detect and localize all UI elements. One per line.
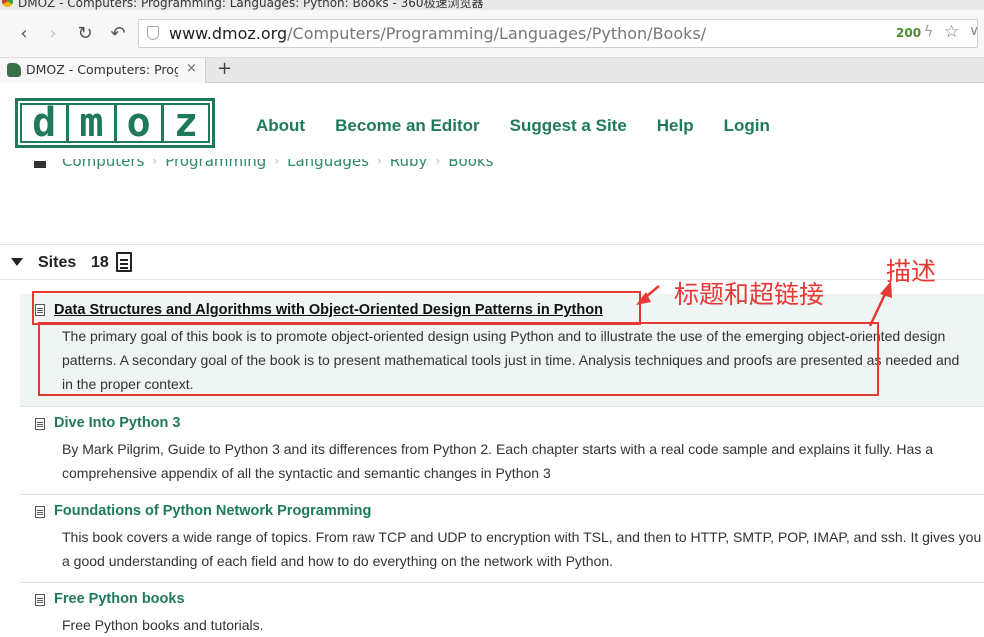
description-line: a good understanding of each field and h…: [62, 553, 614, 569]
window-titlebar: DMOZ - Computers: Programming: Languages…: [0, 0, 984, 10]
logo-letter: m: [69, 103, 114, 143]
nav-about[interactable]: About: [256, 116, 305, 136]
site-listing: Foundations of Python Network Programmin…: [20, 495, 984, 583]
document-icon: [35, 304, 45, 316]
url-text[interactable]: www.dmoz.org/Computers/Programming/Langu…: [169, 24, 706, 43]
new-tab-button[interactable]: +: [217, 58, 232, 79]
document-icon: [35, 594, 45, 606]
description-line: patterns. A secondary goal of the book i…: [62, 352, 960, 368]
description-line: comprehensive appendix of all the syntac…: [62, 465, 551, 481]
description-line: This book covers a wide range of topics.…: [62, 529, 982, 545]
sites-section-header[interactable]: Sites 18: [0, 244, 984, 280]
breadcrumb-item[interactable]: Ruby: [390, 159, 428, 170]
reload-icon[interactable]: ↻: [74, 22, 96, 44]
dmoz-logo[interactable]: d m o z: [15, 98, 215, 148]
site-description: This book covers a wide range of topics.…: [62, 525, 984, 573]
tab-title: DMOZ - Computers: Programming: Languages…: [26, 62, 178, 77]
undo-icon[interactable]: ↶: [107, 22, 129, 44]
caret-down-icon[interactable]: [11, 258, 23, 266]
top-navigation: About Become an Editor Suggest a Site He…: [256, 116, 770, 136]
site-title-link[interactable]: Foundations of Python Network Programmin…: [54, 503, 371, 519]
browser-navbar: ‹ › ↻ ↶ www.dmoz.org/Computers/Programmi…: [0, 10, 984, 58]
nav-login[interactable]: Login: [724, 116, 770, 136]
close-icon[interactable]: ×: [186, 61, 197, 76]
window-title: DMOZ - Computers: Programming: Languages…: [18, 0, 484, 10]
tab-strip: DMOZ - Computers: Programming: Languages…: [0, 58, 984, 83]
breadcrumb-separator: ›: [152, 159, 158, 168]
site-title-link[interactable]: Data Structures and Algorithms with Obje…: [54, 302, 603, 318]
speed-badge[interactable]: 200: [896, 26, 921, 40]
sites-count: 18: [91, 254, 109, 271]
browser-logo-icon: [2, 0, 13, 7]
chevron-down-icon[interactable]: ∨: [969, 23, 979, 39]
site-title-link[interactable]: Free Python books: [54, 591, 185, 607]
shield-icon[interactable]: [147, 26, 159, 40]
breadcrumb-item[interactable]: Languages: [287, 159, 369, 170]
breadcrumb-item[interactable]: Computers: [62, 159, 144, 170]
site-description: By Mark Pilgrim, Guide to Python 3 and i…: [62, 437, 984, 485]
nav-suggest-site[interactable]: Suggest a Site: [510, 116, 627, 136]
url-host: www.dmoz.org: [169, 24, 288, 43]
document-icon: [116, 252, 132, 272]
sites-label: Sites: [38, 254, 77, 271]
url-path: /Computers/Programming/Languages/Python/…: [287, 24, 707, 43]
breadcrumb-separator: ›: [435, 159, 441, 168]
nav-become-editor[interactable]: Become an Editor: [335, 116, 480, 136]
logo-letter: o: [116, 103, 161, 143]
dmoz-favicon-icon: [7, 63, 21, 77]
page-content: d m o z About Become an Editor Suggest a…: [0, 83, 984, 636]
breadcrumb-item[interactable]: Books: [448, 159, 493, 170]
breadcrumb: Computers › Programming › Languages › Ru…: [34, 159, 493, 173]
star-icon[interactable]: ☆: [944, 22, 959, 42]
site-listing: Dive Into Python 3 By Mark Pilgrim, Guid…: [20, 407, 984, 495]
breadcrumb-separator: ›: [274, 159, 280, 168]
tab-dmoz[interactable]: DMOZ - Computers: Programming: Languages…: [0, 58, 206, 83]
description-line: in the proper context.: [62, 376, 194, 392]
breadcrumb-item[interactable]: Programming: [165, 159, 266, 170]
forward-icon[interactable]: ›: [42, 22, 64, 44]
home-icon[interactable]: [34, 160, 46, 168]
address-bar[interactable]: www.dmoz.org/Computers/Programming/Langu…: [138, 19, 979, 48]
site-listing: Data Structures and Algorithms with Obje…: [20, 294, 984, 407]
document-icon: [35, 506, 45, 518]
logo-letter: z: [163, 103, 208, 143]
description-line: Free Python books and tutorials.: [62, 617, 264, 633]
logo-letter: d: [22, 103, 67, 143]
title-annotation-label: 标题和超链接: [674, 280, 825, 309]
back-icon[interactable]: ‹: [13, 22, 35, 44]
description-line: By Mark Pilgrim, Guide to Python 3 and i…: [62, 441, 934, 457]
site-title-link[interactable]: Dive Into Python 3: [54, 415, 181, 431]
nav-help[interactable]: Help: [657, 116, 694, 136]
description-annotation-label: 描述: [886, 257, 937, 286]
bolt-icon[interactable]: ϟ: [924, 24, 933, 40]
site-description: Free Python books and tutorials.: [62, 613, 984, 637]
document-icon: [35, 418, 45, 430]
site-description: The primary goal of this book is to prom…: [62, 324, 984, 396]
description-line: The primary goal of this book is to prom…: [62, 328, 946, 344]
site-listing: Free Python books Free Python books and …: [20, 583, 984, 636]
breadcrumb-separator: ›: [376, 159, 382, 168]
